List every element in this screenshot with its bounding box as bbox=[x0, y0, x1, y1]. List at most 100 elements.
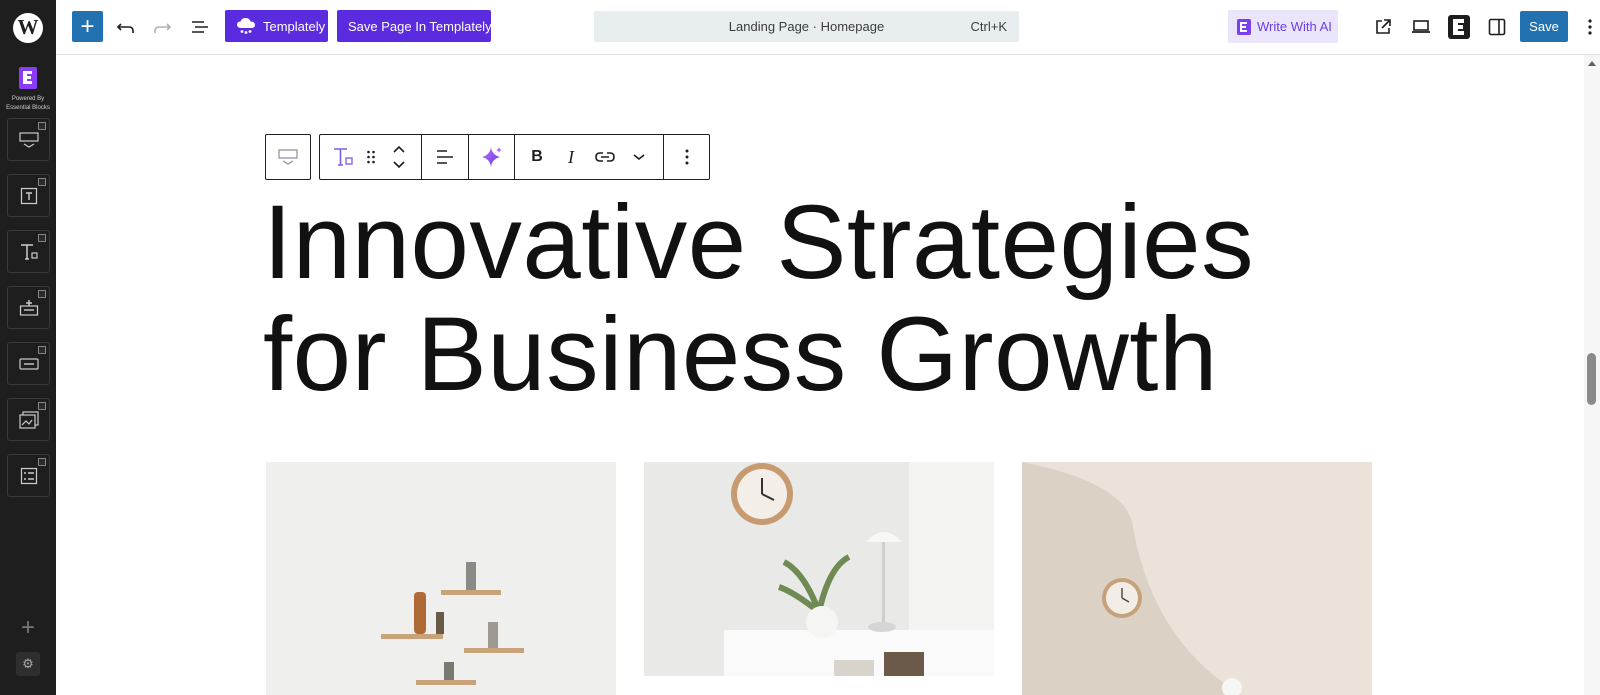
pro-badge-icon bbox=[38, 290, 46, 298]
redo-button[interactable] bbox=[148, 13, 176, 41]
image-gallery-icon bbox=[18, 410, 39, 429]
undo-icon bbox=[116, 23, 134, 33]
essential-blocks-rail: Powered By Essential Blocks + ⚙ bbox=[0, 55, 56, 695]
essential-blocks-icon bbox=[1237, 18, 1251, 35]
view-page-button[interactable] bbox=[1369, 13, 1397, 41]
block-toolbar-group: B I bbox=[319, 134, 710, 180]
sidebar-icon bbox=[1488, 18, 1506, 36]
gear-icon: ⚙ bbox=[22, 656, 34, 671]
parent-block-selector[interactable] bbox=[265, 134, 311, 180]
settings-sidebar-toggle[interactable] bbox=[1483, 13, 1511, 41]
move-up-down-buttons[interactable] bbox=[386, 135, 412, 179]
device-preview-button[interactable] bbox=[1407, 13, 1435, 41]
document-title: Landing Page · Homepage bbox=[728, 19, 885, 34]
sparkle-icon bbox=[481, 147, 502, 167]
brand-caption-line1: Powered By bbox=[11, 96, 45, 102]
image-shelves-wall[interactable] bbox=[266, 462, 616, 695]
feature-list-icon bbox=[20, 467, 37, 484]
write-with-ai-button[interactable]: Write With AI bbox=[1228, 10, 1338, 43]
image-clock-beige-wall[interactable] bbox=[1022, 462, 1372, 695]
pro-badge-icon bbox=[38, 458, 46, 466]
italic-button[interactable]: I bbox=[558, 135, 584, 179]
more-formatting-button[interactable] bbox=[624, 135, 654, 179]
editor-header: W + Templately Save Page In Templately L… bbox=[0, 0, 1600, 55]
rail-item-call-to-action[interactable] bbox=[7, 286, 50, 329]
rail-add-button[interactable]: + bbox=[16, 614, 40, 641]
advanced-heading-icon bbox=[18, 131, 39, 148]
rail-item-image-gallery[interactable] bbox=[7, 398, 50, 441]
templately-button[interactable]: Templately bbox=[225, 10, 328, 42]
command-shortcut: Ctrl+K bbox=[970, 19, 1007, 34]
wordpress-icon: W bbox=[13, 12, 43, 43]
templately-label: Templately bbox=[263, 18, 326, 34]
save-page-in-templately-button[interactable]: Save Page In Templately bbox=[337, 10, 492, 42]
toolbar-divider bbox=[514, 135, 515, 179]
headline-line-2: for Business Growth bbox=[263, 296, 1218, 413]
options-menu-button[interactable] bbox=[1576, 13, 1600, 41]
parent-block-button[interactable] bbox=[266, 135, 310, 179]
pro-badge-icon bbox=[38, 402, 46, 410]
scroll-up-arrow-icon[interactable] bbox=[1588, 61, 1596, 66]
undo-button[interactable] bbox=[112, 13, 140, 41]
document-overview-button[interactable] bbox=[186, 13, 214, 41]
link-icon bbox=[595, 152, 615, 162]
drag-handle[interactable] bbox=[358, 135, 384, 179]
essential-blocks-brand: Powered By Essential Blocks bbox=[0, 67, 56, 112]
rail-item-button[interactable] bbox=[7, 342, 50, 385]
save-button[interactable]: Save bbox=[1520, 11, 1568, 42]
rail-item-text-frame[interactable] bbox=[7, 174, 50, 217]
italic-icon: I bbox=[568, 146, 574, 167]
command-palette-bar[interactable]: Landing Page · Homepage Ctrl+K bbox=[594, 11, 1019, 42]
rail-item-advanced-heading[interactable] bbox=[7, 118, 50, 161]
essential-blocks-settings-button[interactable] bbox=[1445, 13, 1473, 41]
pro-badge-icon bbox=[38, 178, 46, 186]
ai-assist-button[interactable] bbox=[469, 135, 514, 179]
chevron-down-icon bbox=[633, 154, 645, 161]
more-vertical-icon bbox=[685, 149, 689, 165]
headline-line-1: Innovative Strategies bbox=[263, 184, 1255, 301]
clock-plant-photo-icon bbox=[644, 462, 994, 676]
write-with-ai-label: Write With AI bbox=[1257, 19, 1332, 34]
image-clock-plant-desk[interactable] bbox=[644, 462, 994, 676]
block-inserter-button[interactable]: + bbox=[72, 11, 103, 42]
advanced-heading-icon bbox=[278, 149, 298, 165]
align-button[interactable] bbox=[422, 135, 468, 179]
scrollbar-thumb[interactable] bbox=[1587, 353, 1596, 405]
drag-handle-icon bbox=[367, 150, 375, 164]
typography-icon bbox=[20, 243, 38, 260]
pro-badge-icon bbox=[38, 346, 46, 354]
redo-icon bbox=[154, 23, 172, 33]
rail-item-typography[interactable] bbox=[7, 230, 50, 273]
save-page-in-templately-label: Save Page In Templately bbox=[348, 18, 492, 34]
shelves-photo-icon bbox=[266, 462, 616, 695]
text-frame-icon bbox=[20, 187, 37, 204]
call-to-action-icon bbox=[19, 299, 38, 316]
page-headline[interactable]: Innovative Strategies for Business Growt… bbox=[263, 187, 1413, 411]
essential-blocks-brand-icon bbox=[19, 67, 37, 89]
block-type-button[interactable] bbox=[328, 135, 358, 179]
brand-caption-line2: Essential Blocks bbox=[6, 105, 50, 111]
rail-settings-button[interactable]: ⚙ bbox=[16, 652, 40, 676]
plus-icon: + bbox=[20, 614, 35, 641]
bold-button[interactable]: B bbox=[524, 135, 550, 179]
beige-wall-photo-icon bbox=[1022, 462, 1372, 695]
more-vertical-icon bbox=[1588, 19, 1592, 35]
wordpress-logo[interactable]: W bbox=[0, 0, 56, 55]
laptop-icon bbox=[1412, 20, 1430, 33]
rail-item-feature-list[interactable] bbox=[7, 454, 50, 497]
align-left-icon bbox=[437, 150, 453, 164]
block-options-button[interactable] bbox=[664, 135, 710, 179]
chevron-up-down-icon bbox=[393, 145, 405, 169]
button-icon bbox=[18, 357, 39, 370]
templately-cloud-icon bbox=[236, 17, 256, 35]
typography-icon bbox=[334, 148, 353, 166]
canvas-scrollbar[interactable] bbox=[1584, 55, 1600, 695]
bold-icon: B bbox=[531, 148, 543, 165]
pro-badge-icon bbox=[38, 234, 46, 242]
list-view-icon bbox=[192, 21, 208, 33]
external-link-icon bbox=[1376, 19, 1391, 34]
essential-blocks-logo-icon bbox=[1448, 15, 1470, 39]
pro-badge-icon bbox=[38, 122, 46, 130]
save-label: Save bbox=[1529, 19, 1559, 34]
link-button[interactable] bbox=[590, 135, 620, 179]
